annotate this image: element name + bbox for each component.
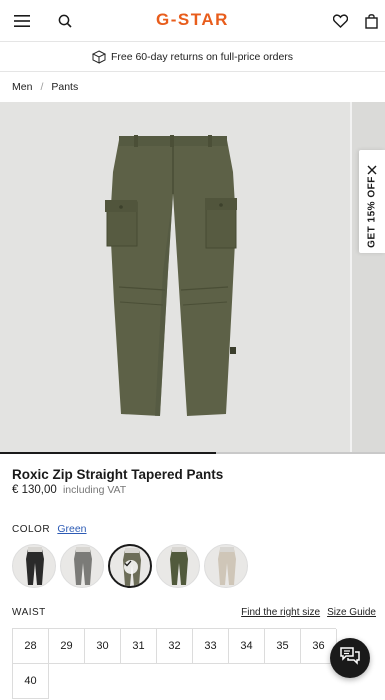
swatch-thumbnail <box>218 547 236 585</box>
breadcrumb-separator: / <box>40 81 44 93</box>
color-swatch-black[interactable] <box>12 544 56 588</box>
product-image[interactable] <box>0 102 348 454</box>
size-option-29[interactable]: 29 <box>49 629 85 664</box>
color-swatch-beige[interactable] <box>204 544 248 588</box>
bag-icon[interactable] <box>361 11 381 31</box>
selected-color-value[interactable]: Green <box>57 523 86 535</box>
size-option-32[interactable]: 32 <box>157 629 193 664</box>
chat-button[interactable] <box>330 638 370 678</box>
size-option-33[interactable]: 33 <box>193 629 229 664</box>
find-size-link[interactable]: Find the right size <box>241 607 320 618</box>
product-gallery[interactable] <box>0 102 385 454</box>
gallery-progress <box>0 452 385 454</box>
breadcrumb: Men / Pants <box>12 80 78 94</box>
discount-tab-label[interactable]: GET 15% OFF <box>367 176 378 248</box>
size-option-28[interactable]: 28 <box>13 629 49 664</box>
swatch-thumbnail <box>170 547 188 585</box>
heart-icon[interactable] <box>330 11 350 31</box>
color-swatch-green[interactable] <box>156 544 200 588</box>
size-option-40[interactable]: 40 <box>13 664 49 699</box>
discount-side-tab[interactable]: GET 15% OFF <box>359 150 385 253</box>
waist-links: Find the right size Size Guide <box>241 607 376 618</box>
promo-banner: Free 60-day returns on full-price orders <box>0 42 385 72</box>
product-price: € 130,00 <box>12 484 57 496</box>
gallery-progress-fill <box>0 452 216 454</box>
color-swatch-olive-light[interactable] <box>108 544 152 588</box>
waist-label: WAIST <box>12 607 46 618</box>
color-swatch-grey[interactable] <box>60 544 104 588</box>
promo-text: Free 60-day returns on full-price orders <box>110 50 294 63</box>
waist-size-grid: 28 29 30 31 32 33 34 35 36 40 <box>12 628 337 699</box>
size-guide-link[interactable]: Size Guide <box>327 607 376 618</box>
swatch-thumbnail <box>74 547 92 585</box>
check-icon <box>124 560 138 574</box>
vat-note: including VAT <box>62 484 127 496</box>
box-icon <box>91 49 106 64</box>
breadcrumb-item-men[interactable]: Men <box>12 81 32 93</box>
size-option-35[interactable]: 35 <box>265 629 301 664</box>
product-price-line: € 130,00 including VAT <box>12 484 126 496</box>
size-option-34[interactable]: 34 <box>229 629 265 664</box>
chat-icon <box>339 646 361 671</box>
site-header: G-STAR <box>0 0 385 42</box>
color-row: COLOR Green <box>12 523 87 535</box>
product-title: Roxic Zip Straight Tapered Pants <box>12 467 224 482</box>
size-option-31[interactable]: 31 <box>121 629 157 664</box>
menu-icon[interactable] <box>12 11 32 31</box>
size-option-30[interactable]: 30 <box>85 629 121 664</box>
color-swatches <box>12 544 248 588</box>
close-icon[interactable] <box>367 162 377 175</box>
search-icon[interactable] <box>55 11 75 31</box>
color-label: COLOR <box>12 524 51 535</box>
swatch-thumbnail <box>26 547 44 585</box>
breadcrumb-item-pants[interactable]: Pants <box>51 81 78 93</box>
